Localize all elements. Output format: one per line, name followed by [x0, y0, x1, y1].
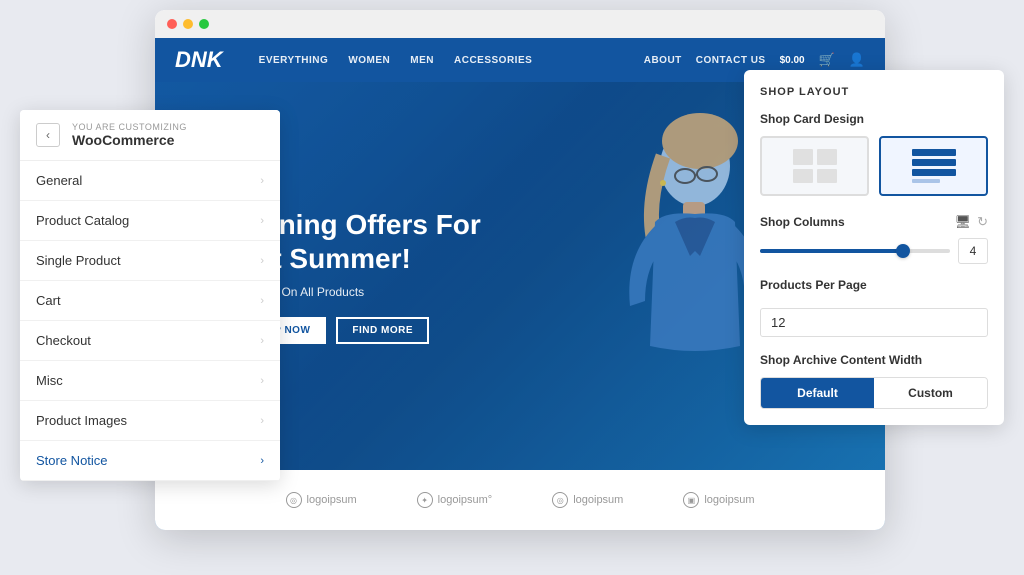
panel-title: SHOP LAYOUT — [760, 86, 988, 98]
products-per-page-input[interactable] — [760, 308, 988, 337]
menu-cart[interactable]: Cart › — [20, 281, 280, 321]
monitor-icon: 🖥 — [955, 214, 972, 230]
slider-track — [760, 249, 950, 253]
logo-icon-3: ◎ — [552, 492, 568, 508]
customizer-panel: ‹ You are customizing WooCommerce Genera… — [20, 110, 280, 481]
browser-titlebar — [155, 10, 885, 38]
slider-row: 4 — [760, 238, 988, 264]
customizer-header: ‹ You are customizing WooCommerce — [20, 110, 280, 161]
site-logo: DNK — [175, 47, 223, 73]
menu-single-product[interactable]: Single Product › — [20, 241, 280, 281]
nav-contact[interactable]: CONTACT US — [696, 55, 766, 66]
card-grid-icon — [791, 147, 839, 185]
card-design-label: Shop Card Design — [760, 112, 988, 126]
logo-2: ✦ logoipsum° — [417, 492, 493, 508]
nav-about[interactable]: ABOUT — [644, 55, 682, 66]
slider-fill — [760, 249, 903, 253]
products-per-page-label: Products Per Page — [760, 278, 988, 292]
chevron-right-icon: › — [260, 175, 264, 187]
customizer-subtitle: You are customizing — [72, 122, 264, 132]
menu-misc[interactable]: Misc › — [20, 361, 280, 401]
shop-layout-panel: SHOP LAYOUT Shop Card Design Shop Column… — [744, 70, 1004, 425]
customizer-title: WooCommerce — [72, 132, 264, 148]
card-option-grid[interactable] — [760, 136, 869, 196]
shop-columns-row: Shop Columns 🖥 ↻ — [760, 214, 988, 230]
menu-product-images[interactable]: Product Images › — [20, 401, 280, 441]
width-toggle: Default Custom — [760, 377, 988, 409]
chevron-right-icon: › — [260, 295, 264, 307]
width-custom-button[interactable]: Custom — [874, 378, 987, 408]
menu-checkout[interactable]: Checkout › — [20, 321, 280, 361]
find-more-button[interactable]: FIND MORE — [336, 317, 429, 344]
cart-icon[interactable]: 🛒 — [819, 52, 835, 68]
nav-women[interactable]: WOMEN — [348, 55, 390, 66]
minimize-dot — [183, 19, 193, 29]
card-option-list[interactable] — [879, 136, 988, 196]
expand-dot — [199, 19, 209, 29]
user-icon[interactable]: 👤 — [849, 52, 865, 68]
products-per-page-section: Products Per Page — [760, 278, 988, 337]
nav-everything[interactable]: EVERYTHING — [259, 55, 329, 66]
refresh-icon[interactable]: ↻ — [977, 214, 988, 230]
width-default-button[interactable]: Default — [761, 378, 874, 408]
nav-men[interactable]: MEN — [410, 55, 434, 66]
columns-slider[interactable] — [760, 241, 950, 261]
logo-4: ▣ logoipsum — [683, 492, 754, 508]
menu-store-notice[interactable]: Store Notice › — [20, 441, 280, 481]
chevron-right-icon: › — [260, 335, 264, 347]
menu-general[interactable]: General › — [20, 161, 280, 201]
logo-icon-1: ◎ — [286, 492, 302, 508]
menu-product-catalog[interactable]: Product Catalog › — [20, 201, 280, 241]
logo-icon-4: ▣ — [683, 492, 699, 508]
chevron-right-icon: › — [260, 375, 264, 387]
logo-1: ◎ logoipsum — [286, 492, 357, 508]
columns-label: Shop Columns — [760, 215, 949, 229]
logo-3: ◎ logoipsum — [552, 492, 623, 508]
logo-icon-2: ✦ — [417, 492, 433, 508]
archive-width-section: Shop Archive Content Width Default Custo… — [760, 353, 988, 409]
customizer-menu: General › Product Catalog › Single Produ… — [20, 161, 280, 481]
chevron-right-icon: › — [260, 415, 264, 427]
customizer-header-text: You are customizing WooCommerce — [72, 122, 264, 148]
chevron-right-icon: › — [260, 215, 264, 227]
card-list-icon — [910, 147, 958, 185]
chevron-right-active-icon: › — [260, 455, 264, 467]
card-design-options — [760, 136, 988, 196]
chevron-right-icon: › — [260, 255, 264, 267]
columns-value: 4 — [958, 238, 988, 264]
back-button[interactable]: ‹ — [36, 123, 60, 147]
archive-width-label: Shop Archive Content Width — [760, 353, 988, 367]
slider-thumb[interactable] — [896, 244, 910, 258]
nav-price: $0.00 — [780, 55, 805, 66]
close-dot — [167, 19, 177, 29]
nav-right: ABOUT CONTACT US $0.00 🛒 👤 — [644, 52, 865, 68]
nav-accessories[interactable]: ACCESSORIES — [454, 55, 532, 66]
